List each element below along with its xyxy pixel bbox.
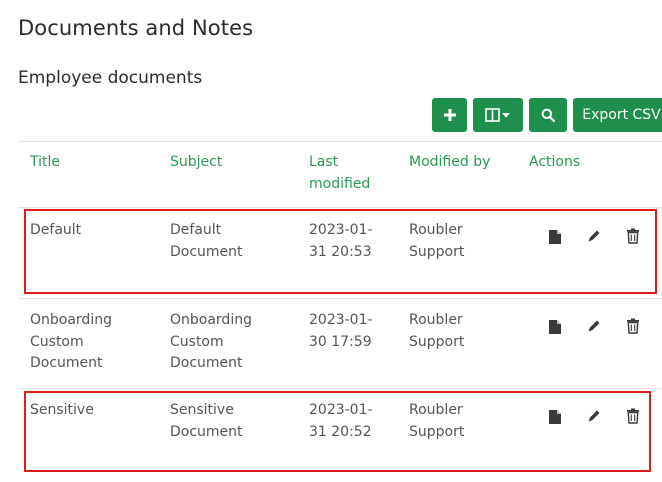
cell-title: Onboarding Custom Document [30, 312, 112, 371]
columns-toggle-button[interactable] [473, 98, 523, 132]
section-title: Employee documents [18, 68, 203, 88]
cell-subject: Onboarding Custom Document [170, 312, 252, 371]
row-divider [18, 388, 662, 389]
column-header-subject[interactable]: Subject [170, 152, 222, 174]
column-header-modified-by[interactable]: Modified by [409, 152, 490, 174]
search-icon [541, 108, 555, 122]
column-header-last-modified[interactable]: Last modified [309, 152, 370, 195]
columns-dropdown-icon [485, 108, 511, 122]
highlight-box-default [24, 209, 657, 294]
export-csv-button[interactable]: Export CSV [573, 98, 662, 132]
column-header-actions: Actions [529, 154, 581, 170]
search-button[interactable] [529, 98, 567, 132]
table-top-rule [18, 141, 662, 142]
table-toolbar: Export CSV [432, 98, 662, 132]
page-title: Documents and Notes [18, 16, 254, 40]
cell-modified-by: Roubler Support [409, 312, 465, 350]
highlight-box-sensitive [24, 391, 651, 472]
row-divider [18, 298, 662, 299]
plus-icon [443, 109, 456, 121]
add-document-button[interactable] [432, 98, 467, 132]
document-icon[interactable] [548, 319, 564, 335]
pencil-icon[interactable] [587, 319, 603, 335]
trash-icon[interactable] [626, 318, 642, 334]
header-divider [18, 207, 662, 208]
column-header-title[interactable]: Title [30, 152, 60, 174]
cell-last-modified: 2023-01- 30 17:59 [309, 312, 373, 350]
